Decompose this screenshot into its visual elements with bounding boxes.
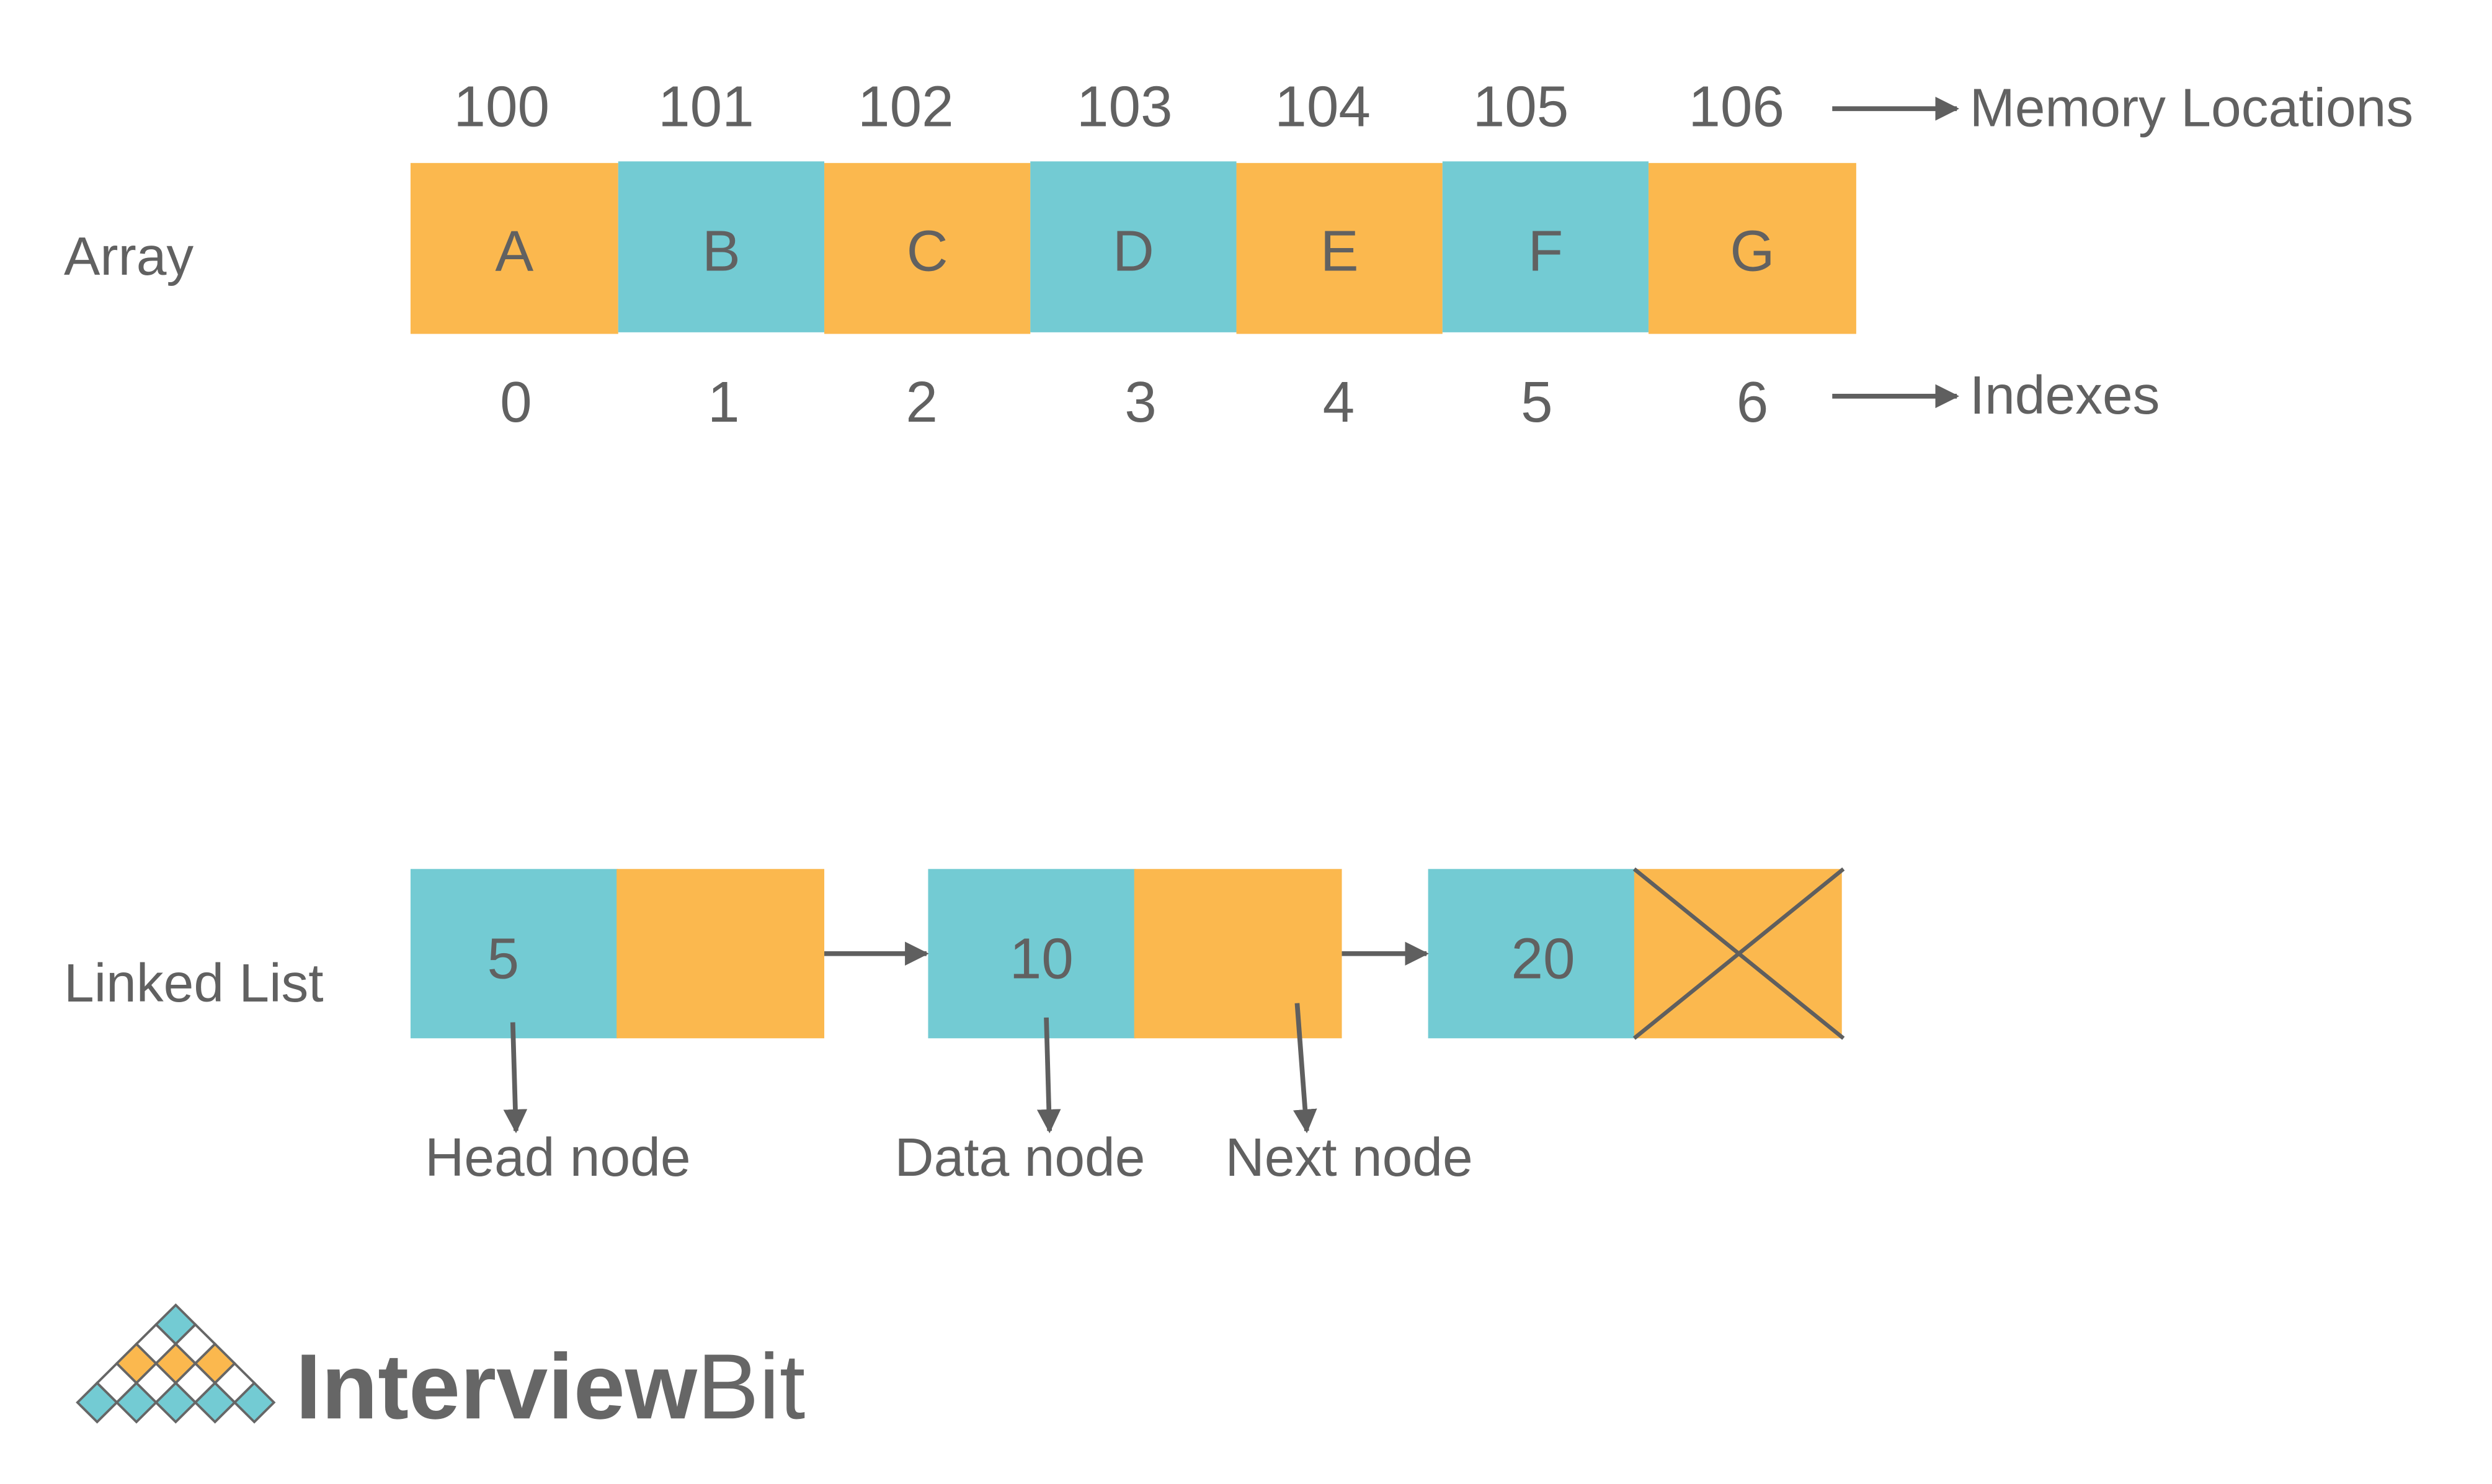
- array-cell-value: A: [495, 218, 533, 283]
- data-node-label: Data node: [894, 1127, 1145, 1188]
- node-value: 20: [1511, 926, 1575, 990]
- node-value: 10: [1010, 926, 1074, 990]
- memory-location: 103: [1077, 74, 1173, 139]
- array-vs-linked-list-diagram: Array A1000B1011C1022D1033E1044F1055G106…: [64, 74, 2413, 1439]
- next-node-label: Next node: [1226, 1127, 1473, 1188]
- logo-text-bold: Interview: [295, 1335, 697, 1438]
- memory-location: 106: [1688, 74, 1784, 139]
- data-node-arrow-icon: [1036, 1017, 1061, 1134]
- memory-location: 105: [1473, 74, 1569, 139]
- linked-list-label: Linked List: [64, 953, 324, 1013]
- array: A 100 0 B 101 1 C 102 2 D 103 3 E 104 4 F 105 5 G 106 6: [410, 74, 1856, 434]
- linked-list: 5 10 20: [410, 869, 1842, 1039]
- head-node-arrow-icon: [503, 1022, 528, 1134]
- indexes-label: Indexes: [1970, 365, 2160, 425]
- interviewbit-logo: InterviewBit: [76, 1303, 805, 1438]
- svg-text:InterviewBit: InterviewBit: [295, 1335, 805, 1438]
- array-cell-value: D: [1113, 218, 1154, 283]
- array-index: 6: [1737, 370, 1769, 434]
- array-index: 0: [500, 370, 532, 434]
- node-value: 5: [487, 926, 520, 990]
- head-node-label: Head node: [425, 1127, 690, 1188]
- logo-text-light: Bit: [697, 1335, 805, 1438]
- array-index: 1: [708, 370, 740, 434]
- node-next-field: [616, 869, 825, 1039]
- array-label: Array: [64, 226, 194, 287]
- node-next-field: [1134, 869, 1342, 1039]
- memory-location: 102: [858, 74, 954, 139]
- array-cell-value: F: [1528, 218, 1564, 283]
- array-cell-value: G: [1730, 218, 1774, 283]
- array-index: 2: [906, 370, 938, 434]
- memory-locations-label: Memory Locations: [1970, 78, 2413, 138]
- logo-diamond-icon: [76, 1303, 276, 1424]
- array-index: 4: [1323, 370, 1355, 434]
- memory-location: 104: [1275, 74, 1371, 139]
- array-cell-value: B: [702, 218, 741, 283]
- array-cell-value: C: [907, 218, 948, 283]
- array-index: 3: [1124, 370, 1157, 434]
- memory-location: 101: [658, 74, 754, 139]
- array-cell-value: E: [1320, 218, 1359, 283]
- memory-location: 100: [453, 74, 550, 139]
- array-index: 5: [1521, 370, 1553, 434]
